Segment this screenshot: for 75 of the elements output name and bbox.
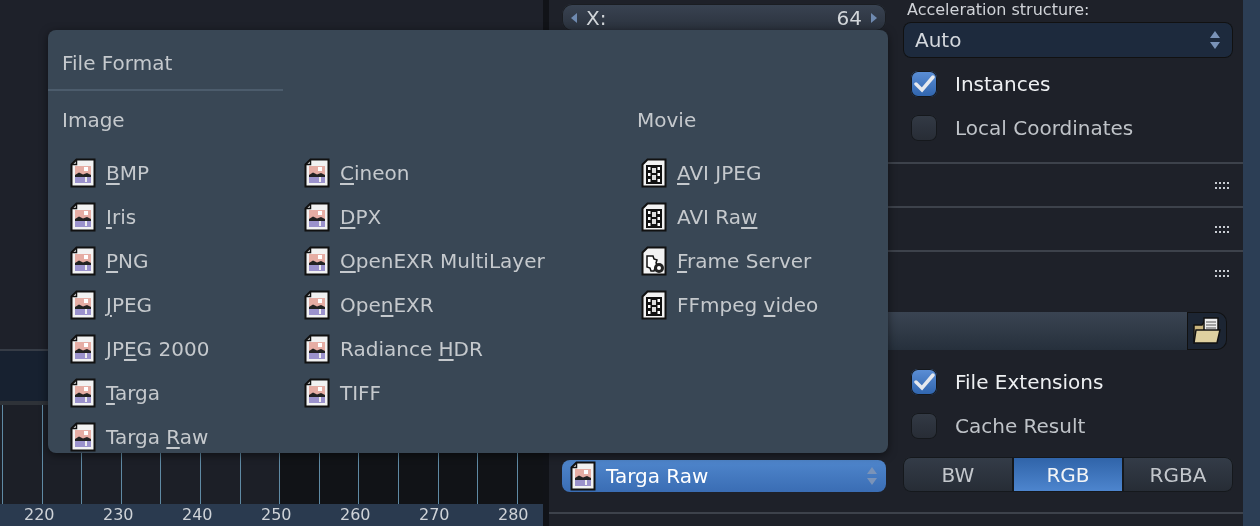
timeline-ruler[interactable]: 220 230 240 250 260 270 280 (0, 504, 543, 526)
scrollbar[interactable] (1243, 0, 1260, 526)
image-file-icon (70, 290, 96, 320)
dropdown[interactable]: Auto (903, 22, 1233, 58)
image-file-icon (304, 246, 330, 276)
menu-item[interactable]: BMP (48, 151, 150, 195)
menu-item[interactable]: PNG (48, 239, 149, 283)
image-file-icon (70, 422, 96, 452)
right-arrow-icon (870, 11, 878, 24)
menu-item[interactable]: TIFF (287, 371, 382, 415)
menu-item[interactable]: OpenEXR MultiLayer (287, 239, 545, 283)
menu-item[interactable]: Targa Raw (48, 415, 209, 459)
field-value: 64 (836, 5, 862, 30)
ruler-label: 260 (340, 506, 371, 524)
folder-button[interactable] (1187, 312, 1227, 350)
menu-item[interactable]: FFmpeg video (622, 283, 819, 327)
number-field[interactable]: X: 64 (562, 4, 886, 31)
format-dropdown[interactable]: Targa Raw (562, 460, 886, 492)
menu-item[interactable]: AVI JPEG (622, 151, 762, 195)
image-file-icon (304, 290, 330, 320)
ruler-label: 250 (261, 506, 292, 524)
menu-heading: Image (62, 107, 125, 133)
image-file-icon (70, 158, 96, 188)
menu-item[interactable]: JPEG 2000 (48, 327, 210, 371)
menu-item[interactable]: Radiance HDR (287, 327, 483, 371)
mode-button[interactable]: RGB (1013, 457, 1123, 492)
menu-item[interactable]: OpenEXR (287, 283, 434, 327)
film-file-icon (641, 290, 667, 320)
checkbox-label: Local Coordinates (955, 116, 1134, 140)
film-file-icon (641, 202, 667, 232)
ruler-label: 220 (24, 506, 55, 524)
gear-file-icon (641, 246, 667, 276)
image-file-icon (70, 334, 96, 364)
menu-item[interactable]: Cineon (287, 151, 410, 195)
checkbox-label: File Extensions (955, 370, 1104, 394)
image-file-icon (70, 246, 96, 276)
ruler-label: 280 (498, 506, 529, 524)
image-file-icon (70, 378, 96, 408)
menu-item[interactable]: AVI Raw (622, 195, 758, 239)
up-down-arrow-icon (1209, 30, 1221, 50)
checkbox[interactable] (911, 413, 937, 439)
menu-heading: Movie (637, 107, 697, 133)
film-file-icon (641, 158, 667, 188)
menu-item[interactable]: JPEG (48, 283, 153, 327)
ruler-label: 230 (103, 506, 134, 524)
left-arrow-icon (570, 11, 578, 24)
checkbox[interactable] (911, 71, 937, 97)
image-file-icon (304, 158, 330, 188)
checkbox-label: Cache Result (955, 414, 1086, 438)
mode-button[interactable]: RGBA (1123, 457, 1233, 492)
checkbox[interactable] (911, 115, 937, 141)
field-caption: Acceleration structure: (906, 0, 1090, 19)
checkbox-label: Instances (955, 72, 1051, 96)
mode-button[interactable]: BW (903, 457, 1013, 492)
image-file-icon (304, 202, 330, 232)
grip-icon (1215, 269, 1229, 277)
checkmark-icon (913, 74, 935, 94)
menu-item[interactable]: DPX (287, 195, 382, 239)
image-file-icon (304, 378, 330, 408)
image-file-icon (570, 461, 596, 491)
ruler-label: 240 (182, 506, 213, 524)
image-file-icon (70, 202, 96, 232)
menu-item[interactable]: Frame Server (622, 239, 812, 283)
grip-icon (1215, 225, 1229, 233)
menu-title: File Format (62, 50, 173, 76)
field-label: X: (586, 5, 607, 30)
menu-item[interactable]: Targa (48, 371, 160, 415)
up-down-arrow-icon (866, 466, 878, 486)
image-file-icon (304, 334, 330, 364)
folder-icon (1192, 317, 1222, 345)
grip-icon (1215, 181, 1229, 189)
checkmark-icon (913, 372, 935, 392)
menu-item[interactable]: Iris (48, 195, 137, 239)
checkbox[interactable] (911, 369, 937, 395)
ruler-label: 270 (419, 506, 450, 524)
